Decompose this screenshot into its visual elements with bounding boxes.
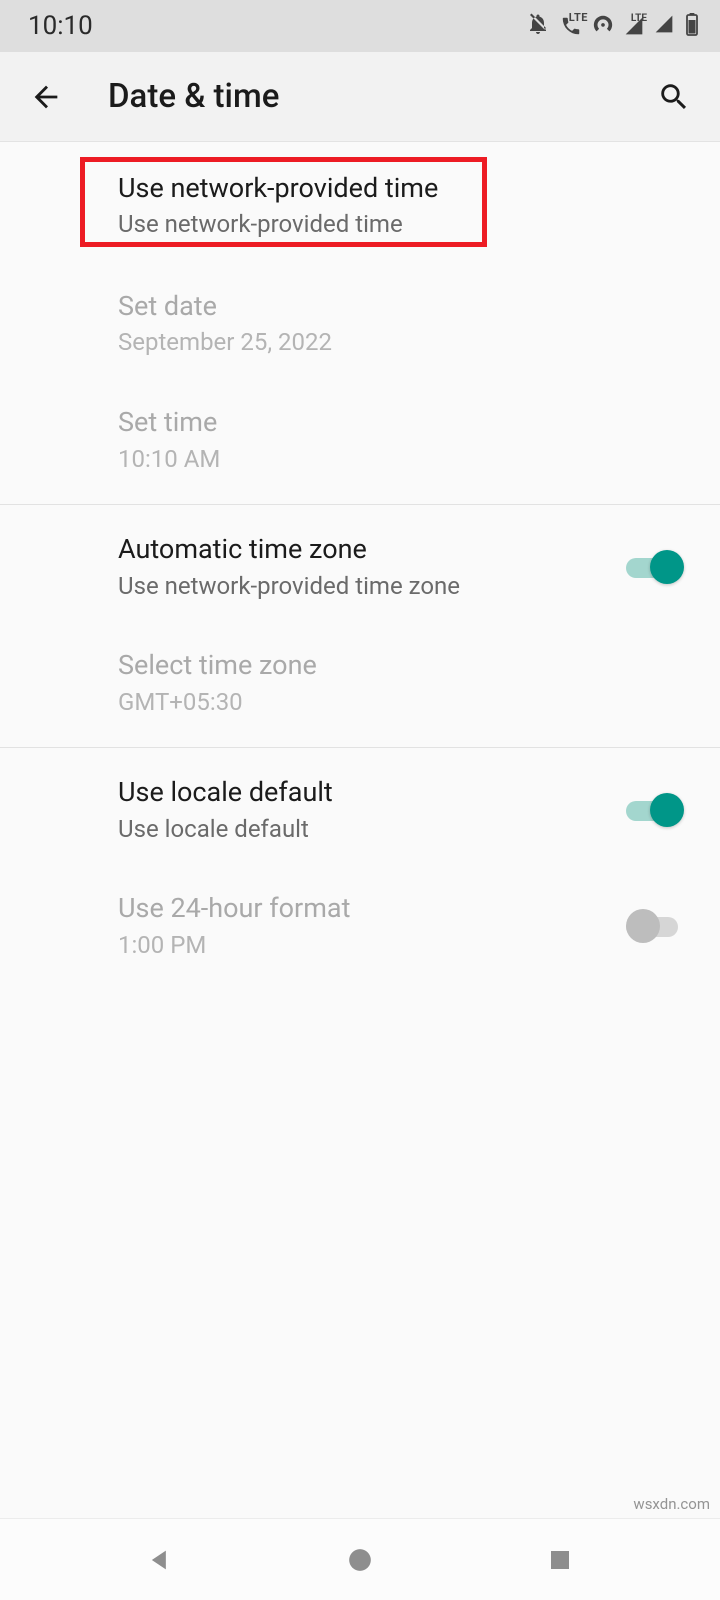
item-set-date: Set date September 25, 2022 <box>0 266 720 382</box>
status-time: 10:10 <box>28 11 93 41</box>
triangle-back-icon <box>146 1546 174 1574</box>
search-icon <box>657 80 691 114</box>
item-24h-format: Use 24-hour format 1:00 PM <box>0 868 720 984</box>
nav-back-button[interactable] <box>120 1535 200 1585</box>
item-title: Automatic time zone <box>118 531 626 567</box>
item-title: Select time zone <box>118 647 692 683</box>
status-icons: LTE LTE <box>526 12 700 40</box>
app-bar: Date & time <box>0 52 720 142</box>
square-recent-icon <box>548 1548 572 1572</box>
item-set-time: Set time 10:10 AM <box>0 382 720 504</box>
nav-home-button[interactable] <box>320 1535 400 1585</box>
24h-format-switch <box>626 908 686 944</box>
signal-icon <box>654 14 674 38</box>
item-subtitle: GMT+05:30 <box>118 686 692 720</box>
battery-icon <box>684 12 700 40</box>
item-title: Set time <box>118 404 692 440</box>
item-select-timezone: Select time zone GMT+05:30 <box>0 625 720 747</box>
item-auto-timezone[interactable]: Automatic time zone Use network-provided… <box>0 505 720 625</box>
item-network-time[interactable]: Use network-provided time Use network-pr… <box>0 142 720 266</box>
watermark-text: wsxdn.com <box>633 1495 710 1513</box>
locale-default-switch[interactable] <box>626 792 686 828</box>
item-subtitle: 1:00 PM <box>118 929 626 963</box>
item-locale-default[interactable]: Use locale default Use locale default <box>0 748 720 868</box>
auto-timezone-switch[interactable] <box>626 549 686 585</box>
item-title: Use network-provided time <box>118 170 692 206</box>
hotspot-icon <box>592 13 614 39</box>
search-button[interactable] <box>650 73 698 121</box>
item-title: Use locale default <box>118 774 626 810</box>
item-subtitle: Use locale default <box>118 813 626 847</box>
arrow-left-icon <box>29 80 63 114</box>
item-subtitle: Use network-provided time zone <box>118 570 626 604</box>
settings-list: Use network-provided time Use network-pr… <box>0 142 720 984</box>
circle-home-icon <box>347 1547 373 1573</box>
page-title: Date & time <box>108 77 650 116</box>
nav-recent-button[interactable] <box>520 1535 600 1585</box>
item-title: Use 24-hour format <box>118 890 626 926</box>
nav-bar <box>0 1518 720 1600</box>
signal-lte-icon: LTE <box>624 16 644 36</box>
item-subtitle: September 25, 2022 <box>118 326 692 360</box>
volte-icon: LTE <box>560 15 582 37</box>
status-bar: 10:10 LTE LTE <box>0 0 720 52</box>
item-subtitle: Use network-provided time <box>118 208 692 242</box>
dnd-off-icon <box>526 12 550 40</box>
item-subtitle: 10:10 AM <box>118 443 692 477</box>
item-title: Set date <box>118 288 692 324</box>
back-button[interactable] <box>22 73 70 121</box>
